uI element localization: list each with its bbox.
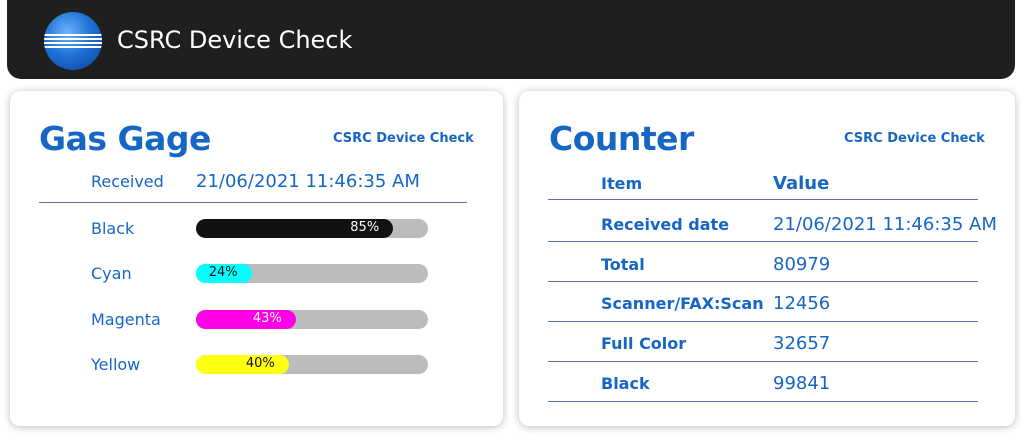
counter-card: Counter CSRC Device Check Item Value Rec…	[519, 91, 1015, 426]
gas-gage-subtitle: CSRC Device Check	[333, 131, 474, 146]
gas-gage-title: Gas Gage	[39, 119, 211, 158]
row-item-black: Black	[601, 374, 650, 393]
toner-label-black: Black	[91, 219, 135, 238]
toner-bar-magenta: 43%	[196, 310, 428, 329]
toner-percent-magenta: 43%	[252, 311, 282, 326]
row-value-scanner-fax-scan: 12456	[773, 293, 831, 314]
row-value-total: 80979	[773, 254, 831, 275]
toner-bar-cyan: 24%	[196, 264, 428, 283]
counter-subtitle: CSRC Device Check	[844, 131, 985, 146]
row-item-received-date: Received date	[601, 215, 730, 234]
table-divider	[548, 199, 978, 200]
toner-label-yellow: Yellow	[91, 355, 141, 374]
row-value-black: 99841	[773, 373, 831, 394]
row-item-full-color: Full Color	[601, 334, 687, 353]
toner-label-cyan: Cyan	[91, 264, 132, 283]
toner-fill-cyan: 24%	[196, 264, 252, 283]
row-value-full-color: 32657	[773, 333, 831, 354]
toner-percent-cyan: 24%	[208, 265, 238, 280]
gas-gage-divider	[39, 202, 467, 203]
table-divider	[548, 361, 978, 362]
toner-fill-yellow: 40%	[196, 355, 289, 374]
header-bar: CSRC Device Check	[7, 0, 1015, 79]
table-divider	[548, 401, 978, 402]
toner-fill-black: 85%	[196, 219, 394, 238]
row-item-scanner-fax-scan: Scanner/FAX:Scan	[601, 294, 764, 313]
app-title: CSRC Device Check	[117, 26, 353, 54]
counter-title: Counter	[549, 119, 694, 158]
table-divider	[548, 281, 978, 282]
table-divider	[548, 241, 978, 242]
column-header-value: Value	[773, 173, 830, 194]
column-header-item: Item	[601, 174, 643, 193]
gas-gage-card: Gas Gage CSRC Device Check Received 21/0…	[10, 91, 503, 426]
toner-label-magenta: Magenta	[91, 310, 161, 329]
brand-logo-icon	[44, 12, 102, 70]
row-value-received-date: 21/06/2021 11:46:35 AM	[773, 214, 997, 235]
toner-percent-black: 85%	[350, 220, 380, 235]
toner-fill-magenta: 43%	[196, 310, 296, 329]
received-value: 21/06/2021 11:46:35 AM	[196, 171, 420, 192]
toner-percent-yellow: 40%	[245, 356, 275, 371]
received-label: Received	[91, 172, 164, 191]
table-divider	[548, 321, 978, 322]
toner-bar-black: 85%	[196, 219, 428, 238]
toner-bar-yellow: 40%	[196, 355, 428, 374]
row-item-total: Total	[601, 255, 645, 274]
